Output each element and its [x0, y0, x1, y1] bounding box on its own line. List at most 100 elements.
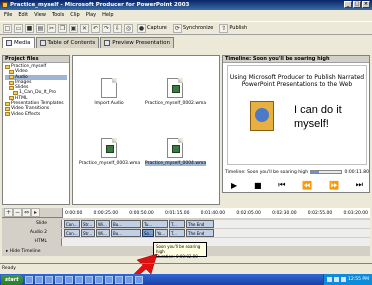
track-label: Slide	[2, 220, 62, 228]
publish-button[interactable]: ⇧ Publish	[217, 23, 249, 33]
start-button[interactable]: start	[1, 274, 23, 285]
preview-title: Timeline: Soon you'll be soaring high	[223, 56, 369, 63]
fast-forward-icon[interactable]: ⏩	[329, 181, 339, 190]
print-icon[interactable]: ▤	[36, 23, 45, 33]
folder-icon	[9, 85, 14, 90]
tab-media[interactable]: Media	[2, 37, 35, 48]
synchronize-button[interactable]: ⟳ Synchronize	[171, 23, 215, 33]
timeline-clip[interactable]: Yo...	[155, 229, 168, 237]
save-icon[interactable]: ■	[25, 23, 34, 33]
taskbar-app-icon[interactable]	[104, 275, 113, 284]
web-icon[interactable]: ◎	[124, 23, 133, 33]
html-track-area[interactable]	[62, 238, 370, 246]
timeline-clip-selected[interactable]: So...	[142, 229, 154, 237]
navigator-icon[interactable]: ⇔	[22, 208, 31, 217]
taskbar-app-icon[interactable]	[134, 275, 143, 284]
tab-preview-presentation[interactable]: Preview Presentation	[100, 37, 174, 48]
next-icon[interactable]: ⏭	[356, 180, 363, 190]
taskbar-app-icon[interactable]	[84, 275, 93, 284]
zoom-out-icon[interactable]: −	[13, 208, 22, 217]
import-audio-icon	[101, 78, 117, 98]
file-item[interactable]: Practice_myself_0003.wma	[79, 138, 140, 166]
toolbar: □ ▭ ■ ▤ ✂ ❐ ▣ ✕ ↶ ↷ ⇩ ◎ ● Capture ⟳ Synchr…	[0, 21, 372, 35]
tab-table-of-contents[interactable]: Table of Contents	[35, 37, 100, 48]
timeline-clip[interactable]: Con...	[64, 220, 80, 228]
timeline-clip[interactable]: Wi...	[96, 229, 110, 237]
timeline-clip[interactable]: Con...	[64, 229, 80, 237]
import-icon[interactable]: ⇩	[113, 23, 122, 33]
taskbar-app-icon[interactable]	[44, 275, 53, 284]
folder-icon	[9, 80, 14, 85]
menu-bar: File Edit View Tools Clip Play Help	[0, 11, 372, 20]
menu-tools[interactable]: Tools	[52, 11, 64, 20]
redo-icon[interactable]: ↷	[102, 23, 111, 33]
open-icon[interactable]: ▭	[14, 23, 23, 33]
preview-timeline: Timeline: Soon you'll be soaring high 0:…	[225, 168, 369, 176]
close-button[interactable]: ×	[362, 1, 370, 8]
menu-clip[interactable]: Clip	[70, 11, 79, 20]
tooltip-duration: Duration: 0:00:02.00	[156, 254, 198, 259]
preview-pane: Timeline: Soon you'll be soaring high Us…	[222, 55, 370, 193]
timeline-clip[interactable]: T...	[169, 220, 185, 228]
previous-icon[interactable]: ⏮	[278, 180, 285, 190]
timeline-clip[interactable]: Str...	[81, 220, 95, 228]
menu-play[interactable]: Play	[86, 11, 96, 20]
timeline-clip[interactable]: T...	[169, 229, 185, 237]
capture-button[interactable]: ● Capture	[135, 23, 169, 33]
timeline-clip[interactable]: Wi...	[96, 220, 110, 228]
tooltip-title: Soon you'll be soaring high	[156, 244, 201, 254]
slide-body: I can do it myself!	[294, 104, 342, 130]
view-tabs: Media Table of Contents Preview Presenta…	[2, 37, 174, 48]
track-slide: Slide Con... Str... Wi... Bu... Tu... T.…	[2, 220, 370, 228]
timeline-clip[interactable]: Str...	[81, 229, 95, 237]
stop-icon[interactable]: ■	[254, 181, 262, 190]
time-ruler[interactable]: 0:00:00 0:00:25.00 0:00:50.00 0:01:15.00…	[62, 208, 370, 218]
seek-bar[interactable]	[310, 170, 343, 174]
rewind-icon[interactable]: ⏪	[302, 181, 312, 190]
timeline-clip[interactable]: Tu...	[142, 220, 168, 228]
play-timeline-icon[interactable]: ▸	[31, 208, 40, 217]
capture-icon: ●	[137, 23, 146, 33]
taskbar-app-icon[interactable]	[74, 275, 83, 284]
maximize-button[interactable]: □	[353, 1, 361, 8]
preview-icon	[104, 40, 111, 46]
file-item[interactable]: Import Audio	[79, 78, 139, 106]
zoom-in-icon[interactable]: +	[4, 208, 13, 217]
copy-icon[interactable]: ❐	[58, 23, 67, 33]
menu-edit[interactable]: Edit	[18, 11, 28, 20]
taskbar-app-icon[interactable]	[64, 275, 73, 284]
file-item[interactable]: Practice_myself_0002.wma	[145, 78, 206, 106]
new-icon[interactable]: □	[3, 23, 12, 33]
taskbar-app-icon[interactable]	[54, 275, 63, 284]
paste-icon[interactable]: ▣	[69, 23, 78, 33]
file-item-selected[interactable]: Practice_myself_0004.wma	[145, 138, 207, 166]
taskbar-app-icon[interactable]	[24, 275, 33, 284]
tree-item[interactable]: Video Effects	[5, 112, 67, 117]
title-bar: Practice_myself - Microsoft Producer for…	[0, 0, 372, 10]
tray-icon[interactable]	[327, 277, 332, 282]
delete-icon[interactable]: ✕	[80, 23, 89, 33]
timeline-clip[interactable]: Bu...	[111, 229, 141, 237]
cut-icon[interactable]: ✂	[47, 23, 56, 33]
taskbar-app-icon[interactable]	[94, 275, 103, 284]
timeline-clip[interactable]: The End	[186, 220, 214, 228]
preview-timeline-label: Timeline: Soon you'll be soaring high	[225, 169, 309, 175]
taskbar-app-icon[interactable]	[114, 275, 123, 284]
timeline-clip[interactable]: Bu...	[111, 220, 141, 228]
menu-view[interactable]: View	[34, 11, 46, 20]
system-tray: 12:55 PM	[323, 274, 372, 285]
folder-icon	[13, 91, 18, 96]
tray-icon[interactable]	[341, 277, 346, 282]
menu-file[interactable]: File	[4, 11, 12, 20]
taskbar: start 12:55 PM	[0, 274, 372, 285]
taskbar-app-icon[interactable]	[124, 275, 133, 284]
wma-file-icon	[101, 138, 117, 158]
tray-icon[interactable]	[334, 277, 339, 282]
menu-help[interactable]: Help	[102, 11, 113, 20]
minimize-button[interactable]: _	[344, 1, 352, 8]
timeline-clip[interactable]: The End	[186, 229, 214, 237]
folder-icon	[9, 75, 14, 80]
taskbar-app-icon[interactable]	[34, 275, 43, 284]
play-icon[interactable]: ▶	[231, 181, 237, 190]
undo-icon[interactable]: ↶	[91, 23, 100, 33]
